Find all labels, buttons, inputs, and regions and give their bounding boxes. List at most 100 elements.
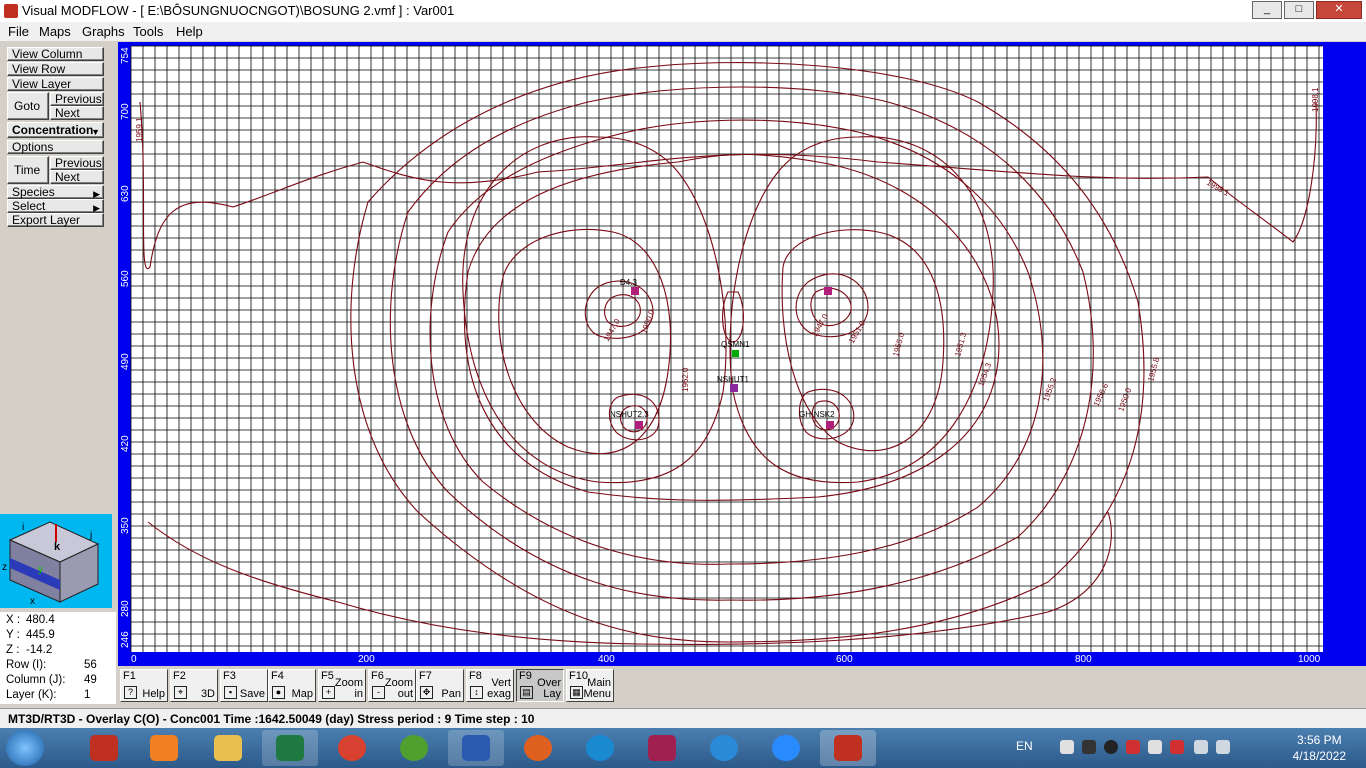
- x-tick: 800: [1075, 654, 1092, 665]
- f6-zoom-out-button[interactable]: F6 - Zoom out: [368, 669, 416, 702]
- taskbar-app-explorer[interactable]: [200, 730, 256, 766]
- taskbar-app-coccoc[interactable]: [386, 730, 442, 766]
- contour-label: 1998.1: [1311, 87, 1320, 112]
- minimize-button[interactable]: _: [1252, 1, 1282, 19]
- f4-map-button[interactable]: F4 ● Map: [268, 669, 316, 702]
- species-label: Species: [12, 185, 55, 199]
- start-button[interactable]: [6, 730, 44, 766]
- fkey-label: Map: [291, 688, 313, 700]
- fkey-label: Zoom out: [384, 677, 413, 700]
- clock[interactable]: 3:56 PM 4/18/2022: [1293, 732, 1346, 764]
- view-layer-button[interactable]: View Layer: [7, 77, 104, 91]
- tray-app-icon[interactable]: [1148, 740, 1162, 754]
- plot-background: [131, 46, 1323, 652]
- plot-x-axis: 0 200 400 600 800 1000: [131, 654, 1321, 665]
- well-marker[interactable]: [730, 384, 738, 392]
- select-menu[interactable]: Select ▶: [7, 199, 104, 213]
- word-icon: [462, 735, 490, 761]
- x-tick: 1000: [1298, 654, 1321, 665]
- time-previous-button[interactable]: Previous: [50, 156, 104, 170]
- goto-button[interactable]: Goto: [7, 92, 49, 120]
- view-column-button[interactable]: View Column: [7, 47, 104, 61]
- well-marker[interactable]: [732, 350, 739, 357]
- tray-app-icon[interactable]: [1104, 740, 1118, 754]
- zoom-icon: [772, 735, 800, 761]
- tray-app-icon[interactable]: [1126, 740, 1140, 754]
- y-tick: 560: [120, 270, 131, 287]
- model-grid-plot[interactable]: 0 200 400 600 800 1000 754 700 630 560 4…: [118, 42, 1366, 666]
- language-indicator[interactable]: EN: [1016, 739, 1033, 753]
- layer-value: 1: [84, 689, 91, 701]
- window-title: Visual MODFLOW - [ E:\BÔSUNGNUOCNGOT)\BO…: [22, 3, 455, 18]
- taskbar-app-modflow[interactable]: [76, 730, 132, 766]
- function-key-bar: F1? Help F2 ⌖ 3D F3 ▪ Save F4 ● Map F5 + Zoom in …: [118, 668, 1366, 704]
- taskbar-app-zoom[interactable]: [758, 730, 814, 766]
- well-marker[interactable]: [635, 421, 643, 429]
- pdf-icon: [648, 735, 676, 761]
- layer-label: Layer (K):: [6, 689, 57, 701]
- taskbar-app-pdf[interactable]: [634, 730, 690, 766]
- menu-tools[interactable]: Tools: [133, 24, 163, 39]
- menu-file[interactable]: File: [8, 24, 29, 39]
- f10-main-menu-button[interactable]: F10 ▦ Main Menu: [566, 669, 614, 702]
- app-icon[interactable]: [4, 4, 18, 18]
- x-value: 480.4: [26, 614, 55, 626]
- taskbar-app-excel[interactable]: [262, 730, 318, 766]
- f5-zoom-in-button[interactable]: F5 + Zoom in: [318, 669, 366, 702]
- time-button[interactable]: Time: [7, 156, 49, 184]
- menu-maps[interactable]: Maps: [39, 24, 71, 39]
- options-button[interactable]: Options: [7, 140, 104, 154]
- menu-help[interactable]: Help: [176, 24, 203, 39]
- fkey-label: Main Menu: [583, 677, 611, 700]
- menu-graphs[interactable]: Graphs: [82, 24, 125, 39]
- taskbar-app-sync[interactable]: [510, 730, 566, 766]
- network-icon[interactable]: [1216, 740, 1230, 754]
- view-row-button[interactable]: View Row: [7, 62, 104, 76]
- f9-overlay-button[interactable]: F9 ▤ Over Lay: [516, 669, 564, 702]
- species-menu[interactable]: Species ▶: [7, 185, 104, 199]
- taskbar-app-edge[interactable]: [572, 730, 628, 766]
- taskbar-app-word[interactable]: [448, 730, 504, 766]
- taskbar-app-ie[interactable]: [696, 730, 752, 766]
- export-layer-button[interactable]: Export Layer: [7, 213, 104, 227]
- maximize-button[interactable]: □: [1284, 1, 1314, 19]
- f7-pan-button[interactable]: F7 ✥ Pan: [416, 669, 464, 702]
- concentration-dropdown[interactable]: Concentration ▼: [7, 122, 104, 138]
- y-tick: 490: [120, 353, 131, 370]
- cube-axis-i: i: [22, 522, 24, 533]
- cube-axis-j: j: [89, 530, 92, 541]
- goto-next-button[interactable]: Next: [50, 106, 104, 120]
- goto-previous-button[interactable]: Previous: [50, 92, 104, 106]
- close-button[interactable]: ✕: [1316, 1, 1362, 19]
- volume-icon[interactable]: [1194, 740, 1208, 754]
- fkey-number: F6: [371, 670, 384, 682]
- tray-app-icon[interactable]: [1060, 740, 1074, 754]
- tray-app-icon[interactable]: [1082, 740, 1096, 754]
- taskbar: EN 3:56 PM 4/18/2022: [0, 728, 1366, 768]
- help-icon: ?: [124, 686, 137, 699]
- clock-time: 3:56 PM: [1296, 733, 1342, 747]
- tray-app-icon[interactable]: [1170, 740, 1184, 754]
- taskbar-app-chrome[interactable]: [324, 730, 380, 766]
- y-value: 445.9: [26, 629, 55, 641]
- f8-vert-exag-button[interactable]: F8 ↕ Vert exag: [466, 669, 514, 702]
- orientation-cube[interactable]: i j k z y x: [0, 514, 112, 608]
- taskbar-app-modflow-active[interactable]: [820, 730, 876, 766]
- f1-help-button[interactable]: F1? Help: [120, 669, 168, 702]
- fkey-label: Pan: [441, 688, 461, 700]
- taskbar-app-media[interactable]: [136, 730, 192, 766]
- modflow-icon: [90, 735, 118, 761]
- well-marker[interactable]: [824, 287, 832, 295]
- model-plot-area[interactable]: 0 200 400 600 800 1000 754 700 630 560 4…: [118, 42, 1366, 666]
- well-marker[interactable]: [826, 421, 834, 429]
- folder-icon: [214, 735, 242, 761]
- time-next-button[interactable]: Next: [50, 170, 104, 184]
- f3-save-button[interactable]: F3 ▪ Save: [220, 669, 268, 702]
- title-bar: Visual MODFLOW - [ E:\BÔSUNGNUOCNGOT)\BO…: [0, 0, 1366, 23]
- fkey-label: Vert exag: [487, 677, 511, 700]
- coordinates-readout: X : 480.4 Y : 445.9 Z : -14.2 Row (I): 5…: [0, 612, 116, 704]
- well-marker[interactable]: [631, 287, 639, 295]
- 3d-icon: ⌖: [174, 686, 187, 699]
- f2-3d-button[interactable]: F2 ⌖ 3D: [170, 669, 218, 702]
- contour-label: 1959.1: [135, 117, 144, 142]
